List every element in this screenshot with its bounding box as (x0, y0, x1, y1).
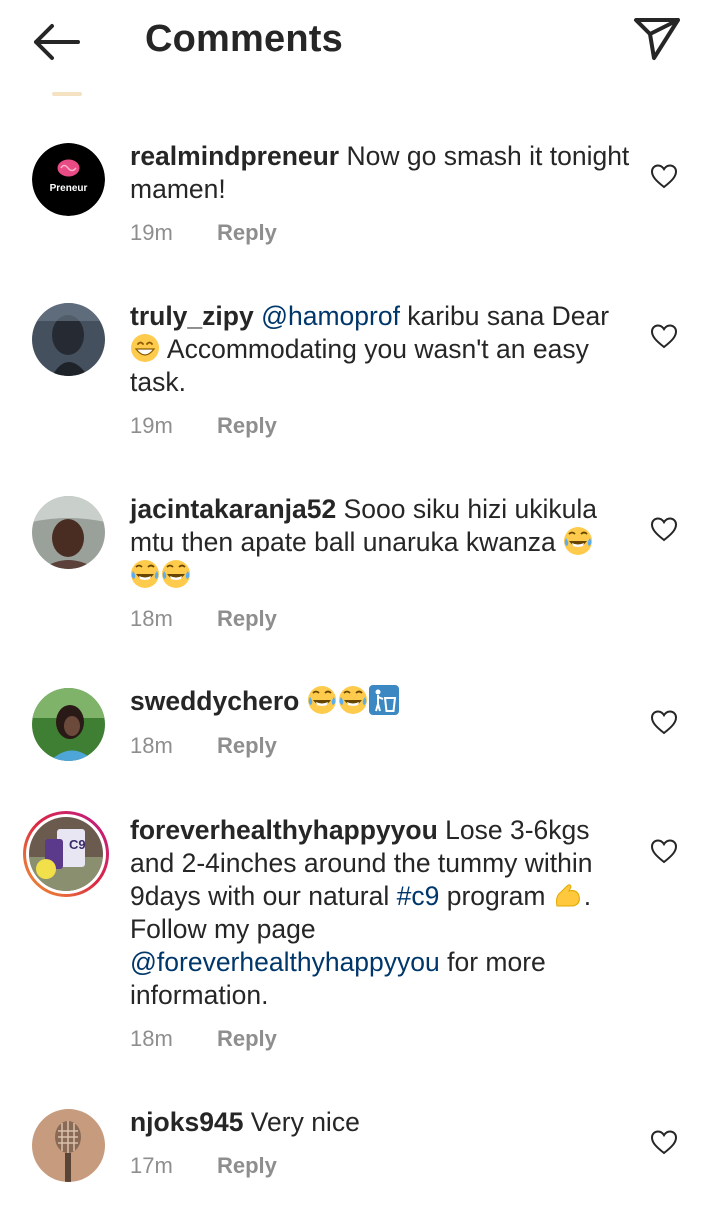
comment-meta: 18m Reply (130, 733, 277, 759)
comment-time: 18m (130, 733, 173, 758)
comment-username[interactable]: foreverhealthyhappyyou (130, 815, 438, 845)
heart-outline-icon[interactable] (650, 709, 678, 735)
heart-outline-icon[interactable] (650, 163, 678, 189)
comment-text: truly_zipy @hamoprof karibu sana Dear Ac… (130, 300, 630, 399)
avatar[interactable] (32, 303, 105, 376)
comment-username[interactable]: njoks945 (130, 1107, 243, 1137)
comment-username[interactable]: sweddychero (130, 686, 299, 716)
comment-meta: 18m Reply (130, 1026, 277, 1052)
comment-meta: 19m Reply (130, 220, 277, 246)
hashtag-link[interactable]: #c9 (397, 881, 440, 911)
tears-of-joy-emoji (131, 560, 159, 588)
comment-time: 19m (130, 413, 173, 438)
avatar[interactable]: C9 (29, 817, 103, 891)
comment-time: 17m (130, 1153, 173, 1178)
reply-button[interactable]: Reply (217, 1153, 277, 1178)
comment-time: 18m (130, 606, 173, 631)
reply-button[interactable]: Reply (217, 1026, 277, 1051)
avatar[interactable] (32, 496, 105, 569)
avatar[interactable] (32, 1109, 105, 1182)
comment-body: karibu sana Dear (399, 301, 610, 331)
arrow-left-icon (34, 24, 80, 60)
comment-time: 18m (130, 1026, 173, 1051)
tears-of-joy-emoji (307, 686, 336, 714)
heart-outline-icon[interactable] (650, 516, 678, 542)
tears-of-joy-emoji (564, 527, 593, 555)
comment-body: Very nice (243, 1107, 360, 1137)
comment-text: sweddychero (130, 685, 630, 718)
flexed-biceps-emoji (555, 884, 580, 907)
comment-username[interactable]: realmindpreneur (130, 141, 339, 171)
mention-link[interactable]: @foreverhealthyhappyyou (130, 947, 440, 977)
mention-link[interactable]: @hamoprof (261, 301, 400, 331)
reply-button[interactable]: Reply (217, 733, 277, 758)
comment-time: 19m (130, 220, 173, 245)
litter-in-bin-icon (368, 685, 399, 715)
reply-button[interactable]: Reply (217, 220, 277, 245)
heart-outline-icon[interactable] (650, 838, 678, 864)
scroll-indicator (52, 92, 82, 96)
tears-of-joy-emoji (338, 686, 367, 714)
avatar-product-label: C9 (69, 837, 86, 852)
share-button[interactable] (632, 16, 682, 62)
story-ring[interactable]: C9 (23, 811, 109, 897)
comment-meta: 19m Reply (130, 413, 277, 439)
heart-outline-icon[interactable] (650, 323, 678, 349)
comment-username[interactable]: jacintakaranja52 (130, 494, 336, 524)
comment-body-continued: Accommodating you wasn't an easy task. (130, 334, 589, 397)
comment-text: realmindpreneur Now go smash it tonight … (130, 140, 630, 206)
page-title: Comments (145, 18, 343, 60)
back-button[interactable] (30, 20, 82, 64)
avatar[interactable] (32, 688, 105, 761)
reply-button[interactable]: Reply (217, 413, 277, 438)
comment-username[interactable]: truly_zipy (130, 301, 254, 331)
comment-meta: 17m Reply (130, 1153, 277, 1179)
reply-button[interactable]: Reply (217, 606, 277, 631)
grinning-face-emoji (131, 334, 159, 362)
comment-text: foreverhealthyhappyyou Lose 3-6kgs and 2… (130, 814, 630, 1012)
avatar[interactable]: Preneur (32, 143, 105, 216)
tears-of-joy-emoji (162, 560, 190, 588)
paper-plane-icon (634, 18, 680, 60)
heart-outline-icon[interactable] (650, 1129, 678, 1155)
comment-body-continued: program (439, 881, 553, 911)
avatar-brand-text: Preneur (49, 183, 88, 194)
header-bar: Comments (0, 0, 719, 88)
comment-text: njoks945 Very nice (130, 1106, 630, 1139)
comment-text: jacintakaranja52 Sooo siku hizi ukikula … (130, 493, 630, 592)
comment-meta: 18m Reply (130, 606, 277, 632)
